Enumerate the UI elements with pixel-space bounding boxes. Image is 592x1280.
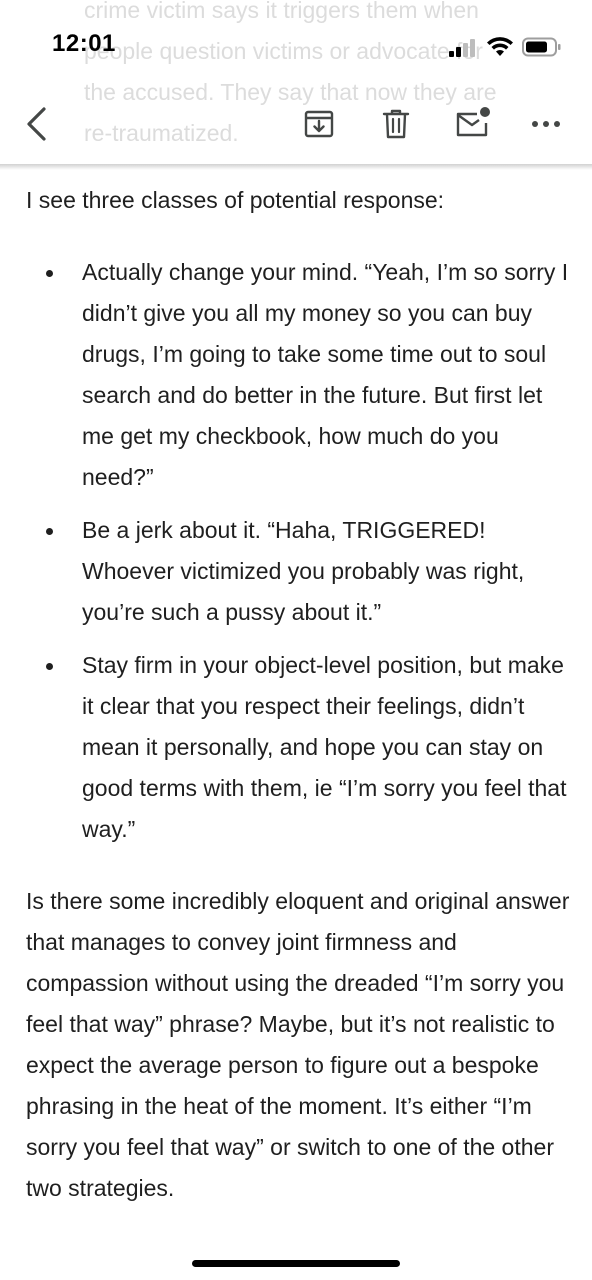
battery-icon: [522, 37, 561, 56]
list-item: Actually change your mind. “Yeah, I’m so…: [26, 252, 571, 498]
mark-unread-icon: [456, 107, 490, 137]
list-item-text: Actually change your mind. “Yeah, I’m so…: [82, 259, 569, 490]
list-item-text: Stay firm in your object-level position,…: [82, 652, 567, 842]
status-icons: [448, 36, 562, 57]
list-item: Stay firm in your object-level position,…: [26, 645, 571, 850]
email-body: I see three classes of potential respons…: [26, 180, 571, 1209]
delete-button[interactable]: [376, 104, 416, 144]
response-list: Actually change your mind. “Yeah, I’m so…: [26, 252, 571, 850]
list-item: Be a jerk about it. “Haha, TRIGGERED! Wh…: [26, 510, 571, 633]
list-item-text: Be a jerk about it. “Haha, TRIGGERED! Wh…: [82, 517, 525, 625]
status-time: 12:01: [52, 30, 116, 57]
bullet-dot: [46, 270, 53, 277]
closing-paragraph: Is there some incredibly eloquent and or…: [26, 888, 570, 1201]
mark-unread-button[interactable]: [452, 102, 494, 144]
archive-button[interactable]: [299, 104, 339, 144]
more-icon: [532, 121, 560, 127]
toolbar-shadow: [0, 164, 592, 170]
cellular-signal-icon: [449, 38, 475, 57]
more-options-button[interactable]: [524, 104, 568, 144]
status-bar: 12:01: [0, 0, 592, 92]
back-button[interactable]: [14, 100, 58, 148]
bullet-dot: [46, 528, 53, 535]
home-indicator[interactable]: [192, 1260, 400, 1267]
archive-icon: [304, 110, 334, 138]
trash-icon: [382, 109, 410, 139]
message-toolbar: [0, 92, 592, 164]
back-icon: [27, 107, 46, 141]
wifi-icon: [487, 37, 513, 56]
bullet-dot: [46, 663, 53, 670]
intro-paragraph: I see three classes of potential respons…: [26, 187, 445, 213]
